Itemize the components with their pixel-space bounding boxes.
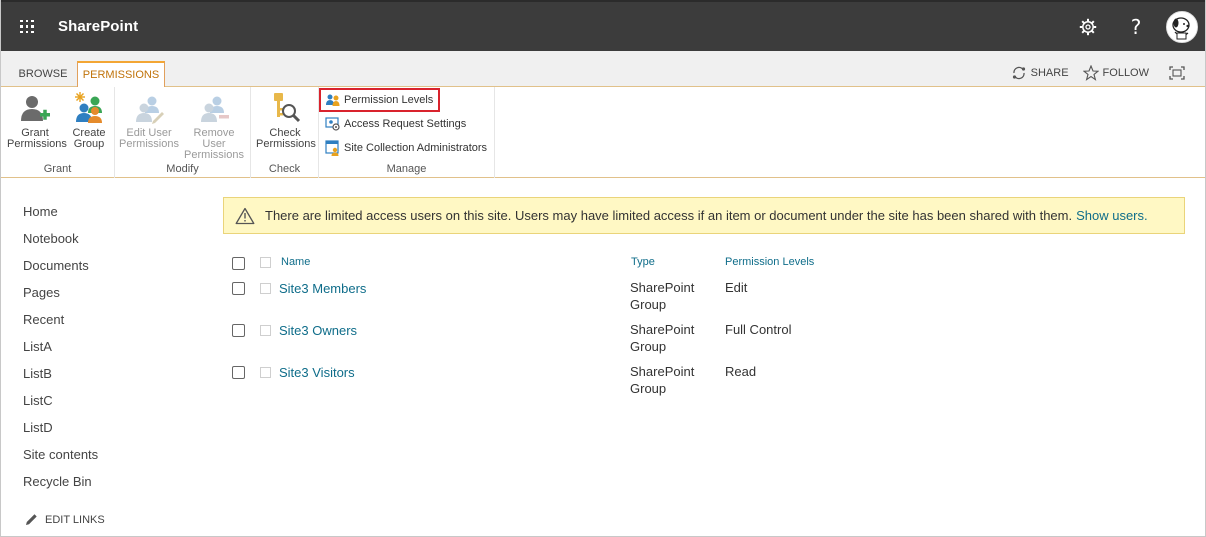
column-header-name[interactable]: Name — [281, 256, 310, 268]
row-select-box[interactable] — [260, 283, 271, 294]
check-permissions-label: Check Permissions — [256, 127, 316, 150]
nav-item-site-contents[interactable]: Site contents — [23, 446, 98, 473]
access-request-settings-label: Access Request Settings — [344, 118, 467, 130]
ribbon-group-manage: Permission Levels Access Request Setting… — [318, 87, 495, 178]
share-label: SHARE — [1030, 67, 1069, 79]
column-header-permission-levels[interactable]: Permission Levels — [725, 256, 814, 268]
ribbon-tab-row: BROWSE PERMISSIONS SHARE FOLLOW — [1, 51, 1205, 88]
tab-permissions[interactable]: PERMISSIONS — [77, 61, 165, 88]
access-request-settings-button[interactable]: Access Request Settings — [325, 114, 466, 134]
avatar[interactable] — [1166, 10, 1198, 43]
permission-levels-button[interactable]: Permission Levels — [318, 88, 441, 112]
column-header-type[interactable]: Type — [631, 256, 655, 268]
nav-item-recent[interactable]: Recent — [23, 311, 98, 338]
check-permissions-icon — [274, 93, 301, 123]
help-button[interactable]: ? — [1112, 2, 1160, 51]
type-cell-line2: Group — [630, 297, 667, 312]
site-collection-administrators-label: Site Collection Administrators — [344, 142, 488, 154]
ribbon-group-grant: Grant Permissions Create Group Grant — [1, 87, 115, 178]
group-label-check: Check — [268, 163, 301, 175]
nav-item-listc[interactable]: ListC — [23, 392, 98, 419]
follow-button[interactable]: FOLLOW — [1082, 65, 1149, 81]
type-cell-line1: SharePoint — [630, 280, 695, 295]
create-group-icon — [75, 92, 102, 123]
ribbon-panel: Grant Permissions Create Group Grant Edi… — [1, 87, 1205, 178]
grant-permissions-label: Grant Permissions — [7, 127, 67, 150]
row-checkbox[interactable] — [232, 282, 245, 295]
group-name-link[interactable]: Site3 Visitors — [279, 365, 355, 380]
app-name[interactable]: SharePoint — [58, 18, 138, 35]
focus-on-content-button[interactable] — [1169, 66, 1189, 80]
nav-item-recycle-bin[interactable]: Recycle Bin — [23, 473, 98, 500]
remove-user-permissions-label: Remove User Permissions — [184, 127, 244, 161]
row-select-box[interactable] — [260, 325, 271, 336]
fullscreen-icon — [1169, 66, 1185, 80]
edit-links-label: EDIT LINKS — [45, 513, 105, 526]
nav-item-notebook[interactable]: Notebook — [23, 230, 98, 257]
warning-icon — [235, 207, 255, 224]
type-cell-line1: SharePoint — [630, 322, 695, 337]
nav-item-lista[interactable]: ListA — [23, 338, 98, 365]
pencil-icon — [26, 514, 37, 525]
select-all-checkbox[interactable] — [232, 257, 245, 270]
notice-text: There are limited access users on this s… — [265, 208, 1073, 223]
ribbon-group-modify: Edit User Permissions Remove User Permis… — [115, 87, 251, 178]
permission-level-cell: Full Control — [725, 322, 792, 337]
create-group-label: Create Group — [72, 127, 106, 150]
sharepoint-window: SharePoint ? BROWSE PERMISSIONS SHARE FO… — [0, 0, 1206, 537]
type-cell-line2: Group — [630, 339, 667, 354]
access-request-icon — [325, 117, 340, 131]
group-label-modify: Modify — [166, 163, 199, 175]
limited-access-notice: There are limited access users on this s… — [223, 197, 1185, 234]
app-launcher-button[interactable] — [1, 2, 53, 51]
gear-icon — [1079, 18, 1097, 35]
nav-item-pages[interactable]: Pages — [23, 284, 98, 311]
group-name-link[interactable]: Site3 Owners — [279, 323, 357, 338]
row-select-box[interactable] — [260, 367, 271, 378]
star-icon — [1082, 65, 1099, 81]
type-cell-line2: Group — [630, 381, 667, 396]
permission-level-cell: Edit — [725, 280, 748, 295]
settings-button[interactable] — [1064, 2, 1112, 51]
share-icon — [1012, 66, 1025, 80]
page-actions: SHARE FOLLOW — [997, 65, 1189, 81]
suite-bar: SharePoint ? — [1, 0, 1205, 51]
check-permissions-button[interactable]: Check Permissions — [256, 91, 316, 155]
site-collection-administrators-button[interactable]: Site Collection Administrators — [325, 138, 487, 158]
create-group-button[interactable]: Create Group — [61, 91, 117, 155]
follow-label: FOLLOW — [1102, 67, 1149, 79]
remove-user-permissions-icon — [201, 96, 229, 122]
quick-launch-nav: Home Notebook Documents Pages Recent Lis… — [23, 203, 98, 500]
permission-levels-icon — [326, 94, 340, 106]
header-select-box[interactable] — [260, 257, 271, 268]
row-checkbox[interactable] — [232, 366, 245, 379]
share-button[interactable]: SHARE — [1011, 65, 1069, 81]
remove-user-permissions-button[interactable]: Remove User Permissions — [181, 91, 247, 161]
row-checkbox[interactable] — [232, 324, 245, 337]
waffle-icon — [20, 19, 34, 34]
type-cell-line1: SharePoint — [630, 364, 695, 379]
group-label-grant: Grant — [43, 163, 72, 175]
nav-item-listd[interactable]: ListD — [23, 419, 98, 446]
tab-browse[interactable]: BROWSE — [15, 61, 71, 87]
nav-item-listb[interactable]: ListB — [23, 365, 98, 392]
nav-item-documents[interactable]: Documents — [23, 257, 98, 284]
help-icon: ? — [1130, 14, 1142, 39]
permission-levels-label: Permission Levels — [344, 94, 434, 106]
grant-permissions-icon — [21, 96, 50, 121]
permission-level-cell: Read — [725, 364, 757, 379]
group-label-manage: Manage — [386, 163, 427, 175]
edit-links-button[interactable]: EDIT LINKS — [25, 513, 105, 526]
group-name-link[interactable]: Site3 Members — [279, 281, 366, 296]
ribbon-group-check: Check Permissions Check — [251, 87, 319, 178]
show-users-link[interactable]: Show users. — [1076, 208, 1148, 223]
grant-permissions-button[interactable]: Grant Permissions — [7, 91, 67, 155]
edit-user-permissions-icon — [136, 96, 164, 124]
edit-user-permissions-button[interactable]: Edit User Permissions — [119, 91, 179, 155]
edit-user-permissions-label: Edit User Permissions — [119, 127, 179, 150]
user-avatar-icon — [1167, 11, 1197, 42]
nav-item-home[interactable]: Home — [23, 203, 98, 230]
site-admins-icon — [325, 140, 339, 156]
